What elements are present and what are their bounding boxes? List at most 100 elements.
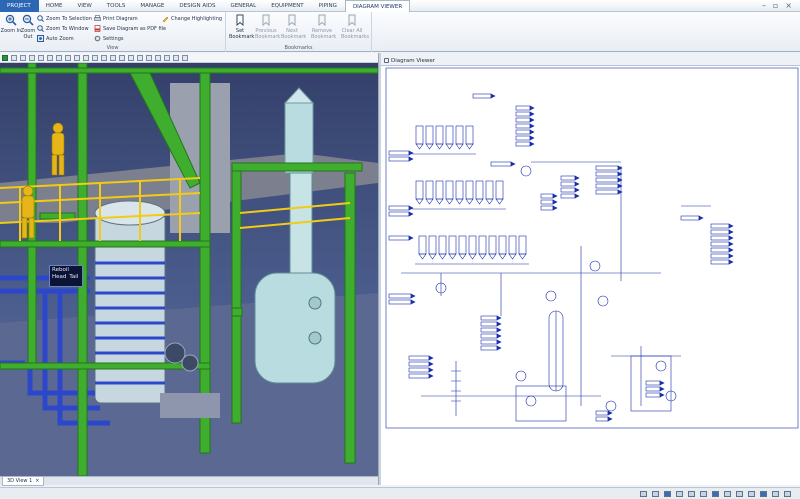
pid-tag-box	[560, 193, 576, 199]
pid-diagram	[385, 67, 799, 429]
tab-manage[interactable]: MANAGE	[133, 0, 172, 12]
status-icon[interactable]	[664, 491, 671, 497]
zoom-to-selection-button[interactable]: Zoom To Selection	[37, 14, 92, 23]
pid-vessel-bottom	[428, 253, 437, 260]
toolbar-icon[interactable]	[173, 54, 179, 61]
toolbar-icon[interactable]	[56, 54, 62, 61]
toolbar-icon[interactable]	[182, 54, 188, 61]
pid-tag-box	[540, 205, 554, 211]
close-icon[interactable]: ×	[785, 1, 792, 10]
status-icon[interactable]	[652, 491, 659, 497]
pid-arrow	[659, 386, 665, 392]
next-bookmark-button[interactable]: Next Bookmark	[281, 14, 306, 40]
clear-all-bookmarks-button[interactable]: Clear All Bookmarks	[341, 14, 369, 40]
pid-tag-box	[408, 367, 430, 373]
toolbar-icon[interactable]	[146, 54, 152, 61]
toolbar-save-icon[interactable]	[2, 54, 8, 61]
tab-design-aids[interactable]: DESIGN AIDS	[172, 0, 223, 12]
application-window: PROJECT HOME VIEW TOOLS MANAGE DESIGN AI…	[0, 0, 800, 499]
pid-vessel	[448, 235, 457, 255]
tab-general[interactable]: GENERAL	[223, 0, 264, 12]
status-icon[interactable]	[748, 491, 755, 497]
tab-piping[interactable]: PIPING	[312, 0, 345, 12]
tab-view[interactable]: VIEW	[70, 0, 99, 12]
pid-tag-box	[680, 215, 700, 221]
bookmarks-group: Set Bookmark Previous Bookmark Next Book…	[226, 12, 372, 52]
status-icon[interactable]	[688, 491, 695, 497]
3d-model-viewport[interactable]: Reboil Head Tail	[0, 63, 378, 476]
toolbar-icon[interactable]	[74, 54, 80, 61]
toolbar-icon[interactable]	[119, 54, 125, 61]
tab-equipment[interactable]: EQUIPMENT	[264, 0, 311, 12]
tab-3d-view[interactable]: 3D View 1 ×	[2, 477, 45, 486]
pid-arrow	[728, 223, 734, 229]
previous-bookmark-button[interactable]: Previous Bookmark	[255, 14, 280, 40]
pid-tag-box	[710, 235, 730, 241]
tab-project[interactable]: PROJECT	[0, 0, 39, 12]
printer-icon	[94, 15, 101, 21]
toolbar-icon[interactable]	[38, 54, 44, 61]
save-as-pdf-button[interactable]: Save Diagram as PDF file	[94, 24, 166, 33]
view-group-label: View	[106, 45, 119, 51]
pid-tag-box	[560, 187, 576, 193]
toolbar-icon[interactable]	[164, 54, 170, 61]
diagram-canvas[interactable]	[381, 66, 800, 485]
status-icon[interactable]	[760, 491, 767, 497]
pid-tag-box	[710, 223, 730, 229]
restore-icon[interactable]: ▫	[773, 1, 778, 10]
pid-vessel	[475, 180, 484, 200]
tab-diagram-viewer[interactable]: DIAGRAM VIEWER	[344, 0, 411, 12]
pid-vessel-bottom	[485, 198, 494, 205]
pid-arrow	[428, 361, 434, 367]
toolbar-icon[interactable]	[155, 54, 161, 61]
pin-icon[interactable]	[384, 58, 389, 63]
pid-vessel-bottom	[455, 198, 464, 205]
print-diagram-button[interactable]: Print Diagram	[94, 14, 138, 23]
set-bookmark-button[interactable]: Set Bookmark	[229, 14, 254, 40]
toolbar-icon[interactable]	[47, 54, 53, 61]
pid-pump	[655, 360, 667, 372]
status-icon[interactable]	[772, 491, 779, 497]
status-icon[interactable]	[676, 491, 683, 497]
pid-arrow	[574, 187, 580, 193]
ribbon-tab-bar: PROJECT HOME VIEW TOOLS MANAGE DESIGN AI…	[0, 0, 800, 12]
toolbar-icon[interactable]	[20, 54, 26, 61]
toolbar-icon[interactable]	[92, 54, 98, 61]
status-icon[interactable]	[724, 491, 731, 497]
toolbar-icon[interactable]	[11, 54, 17, 61]
toolbar-icon[interactable]	[128, 54, 134, 61]
auto-zoom-button[interactable]: Auto Zoom	[37, 34, 74, 43]
pid-tag-box	[515, 117, 531, 123]
remove-bookmark-button[interactable]: Remove Bookmark	[311, 14, 336, 40]
toolbar-icon[interactable]	[65, 54, 71, 61]
toolbar-icon[interactable]	[29, 54, 35, 61]
status-icon[interactable]	[784, 491, 791, 497]
status-icon[interactable]	[712, 491, 719, 497]
pid-vessel-bottom	[445, 143, 454, 150]
pid-pump	[520, 165, 532, 177]
zoom-to-window-button[interactable]: Zoom To Window	[37, 24, 89, 33]
toolbar-icon[interactable]	[110, 54, 116, 61]
manhole	[308, 331, 322, 345]
status-icon[interactable]	[736, 491, 743, 497]
equipment-tag-label: Reboil Head Tail	[49, 265, 83, 287]
pid-pump	[515, 370, 527, 382]
zoom-out-button[interactable]: Zoom Out	[17, 14, 39, 40]
pid-tag-box	[515, 111, 531, 117]
settings-button[interactable]: Settings	[94, 34, 124, 43]
pid-arrow	[410, 299, 416, 305]
pid-equipment-box	[630, 355, 672, 412]
toolbar-icon[interactable]	[101, 54, 107, 61]
toolbar-icon[interactable]	[83, 54, 89, 61]
pid-arrow	[529, 129, 535, 135]
pid-vessel-bottom	[435, 143, 444, 150]
toolbar-icon[interactable]	[137, 54, 143, 61]
close-icon[interactable]: ×	[35, 477, 39, 485]
status-icon[interactable]	[640, 491, 647, 497]
tab-tools[interactable]: TOOLS	[100, 0, 134, 12]
status-icon[interactable]	[700, 491, 707, 497]
change-highlighting-button[interactable]: Change Highlighting	[162, 14, 222, 23]
tab-home[interactable]: HOME	[39, 0, 71, 12]
status-bar	[0, 487, 800, 499]
minimize-icon[interactable]: –	[762, 1, 766, 10]
